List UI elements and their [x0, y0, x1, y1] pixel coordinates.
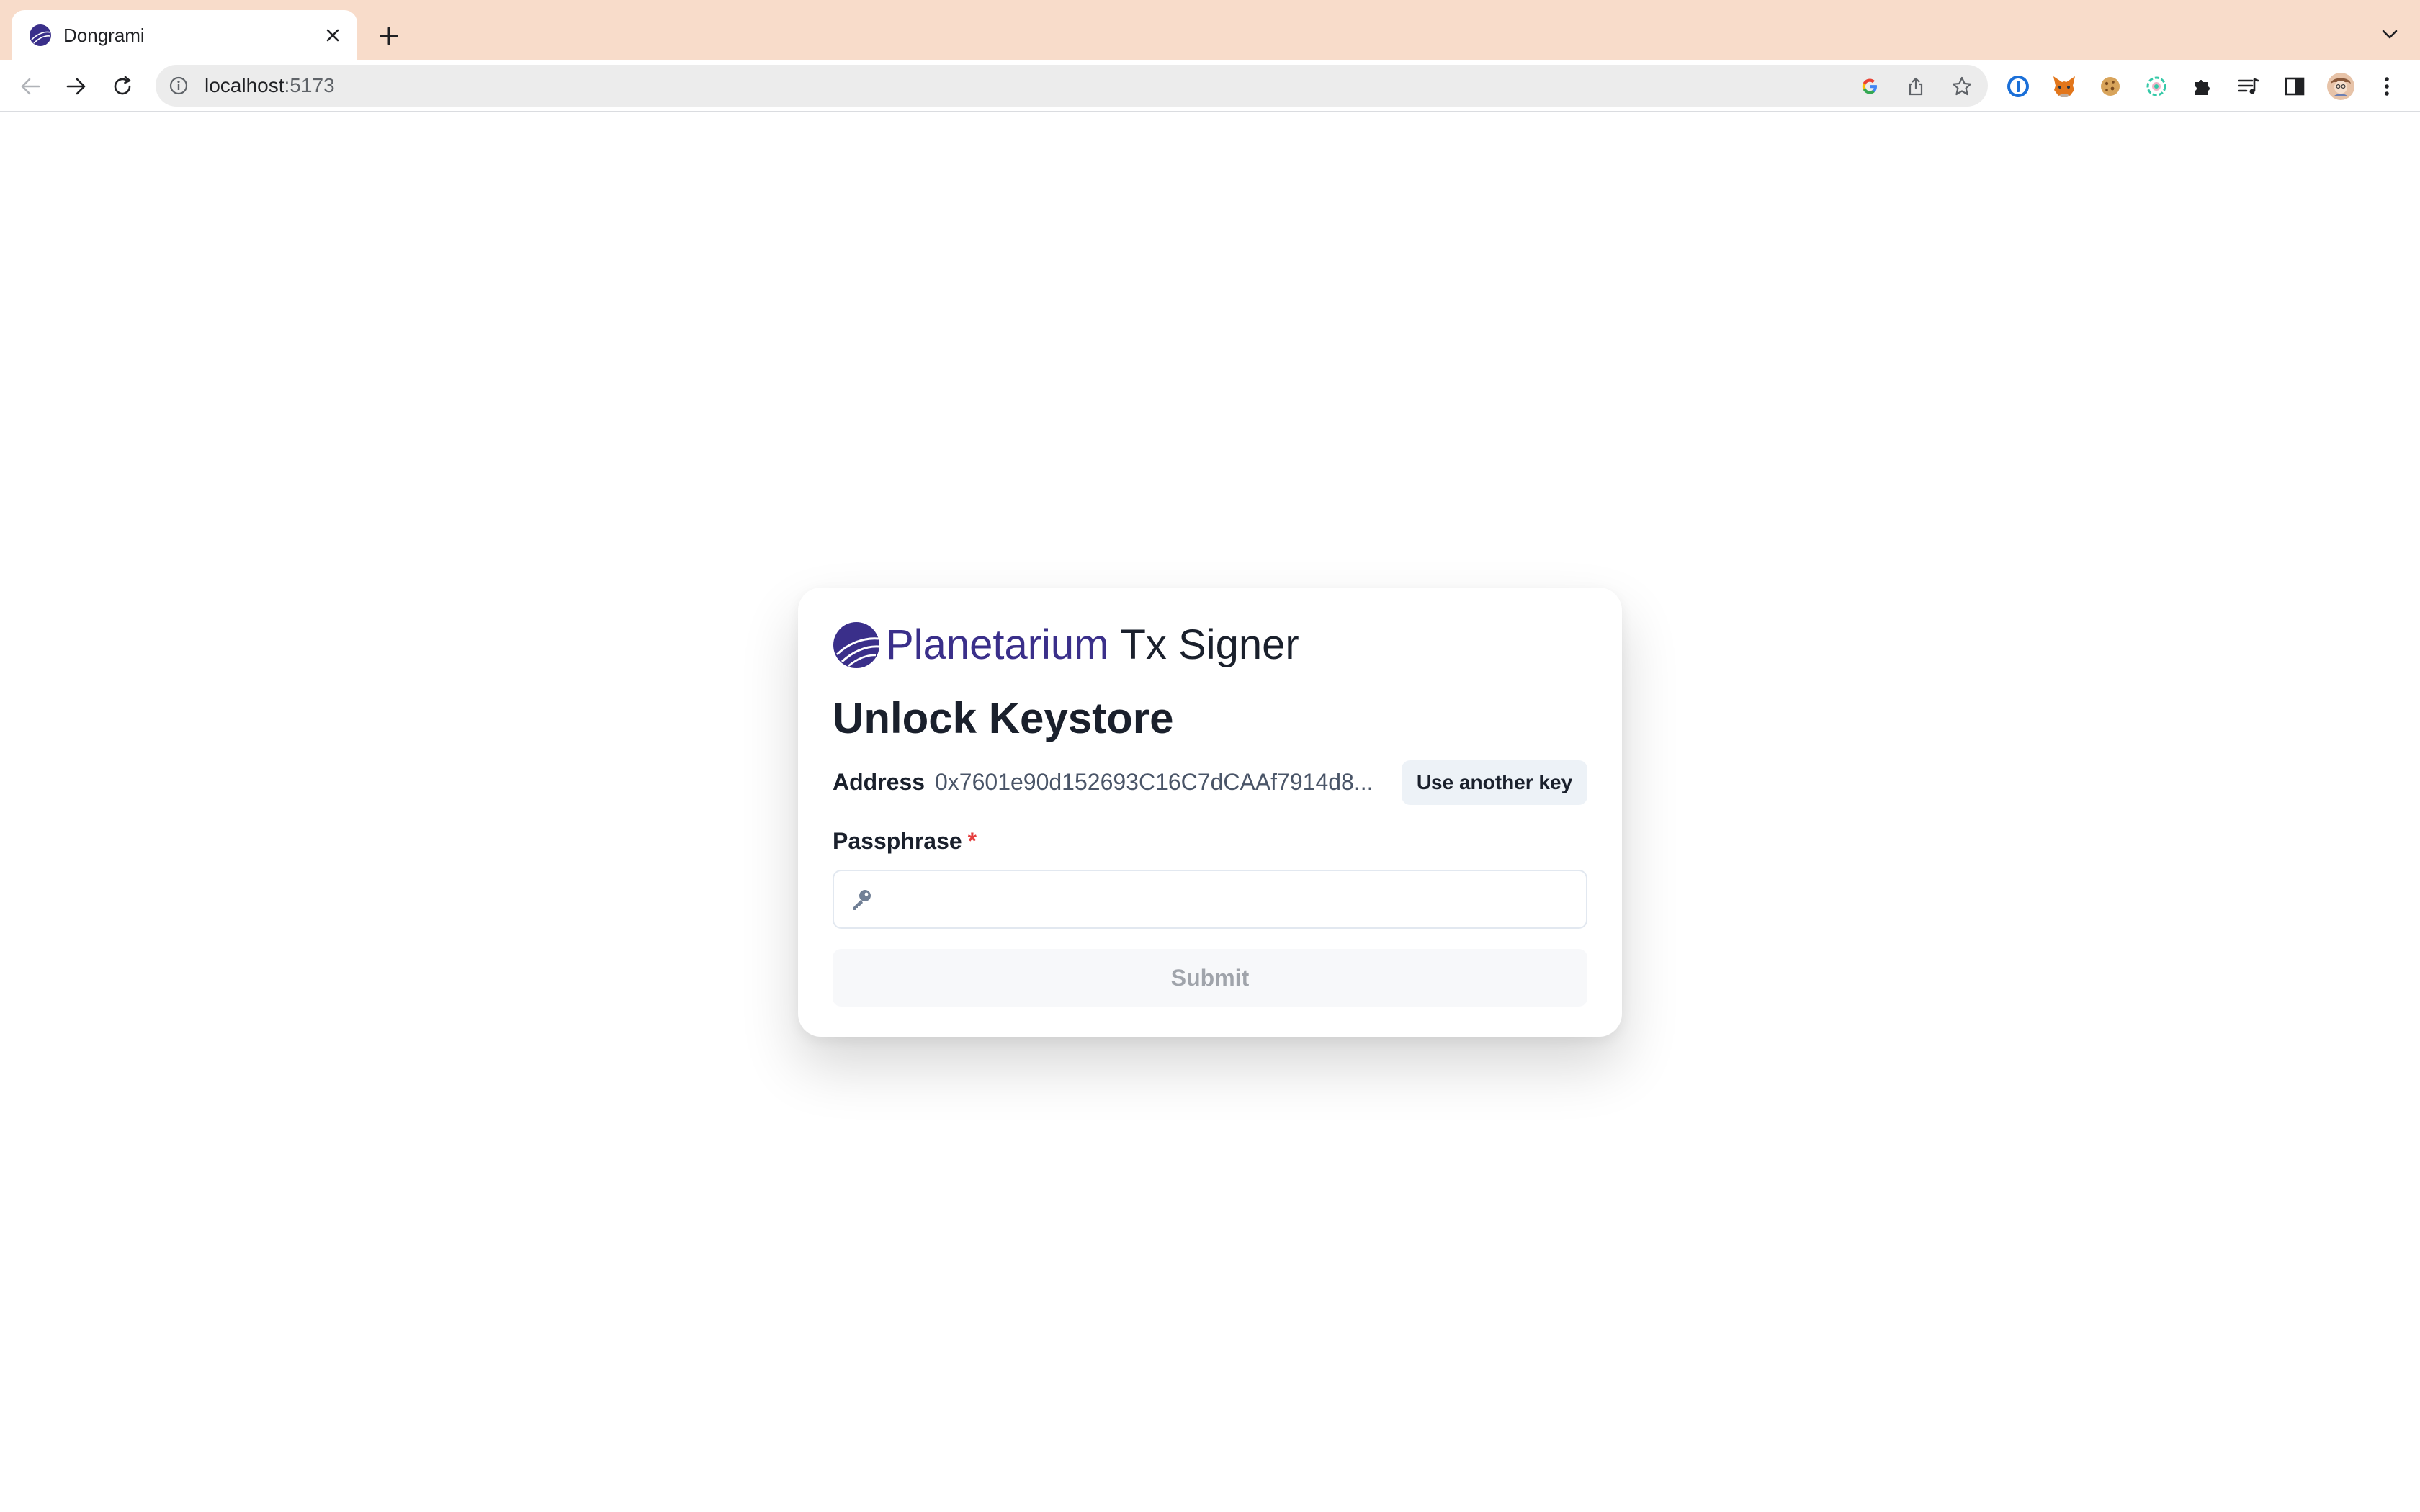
tab-title: Dongrami — [63, 24, 145, 46]
use-another-key-button[interactable]: Use another key — [1402, 760, 1587, 805]
profile-avatar[interactable] — [2325, 71, 2357, 102]
passphrase-label: Passphrase * — [833, 827, 977, 855]
key-icon — [848, 887, 874, 913]
unlock-keystore-card: Planetarium Tx Signer Unlock Keystore Ad… — [798, 588, 1622, 1037]
colorful-circle-icon[interactable] — [2141, 71, 2172, 102]
share-icon[interactable] — [1903, 73, 1929, 99]
chevron-down-icon[interactable] — [2377, 22, 2403, 48]
cookie-icon[interactable] — [2094, 71, 2126, 102]
url-host: localhost — [205, 74, 284, 96]
address-bar[interactable]: localhost:5173 — [156, 65, 1988, 107]
planetarium-logo-icon — [30, 24, 51, 46]
address-label: Address — [833, 769, 926, 795]
browser-toolbar: localhost:5173 — [0, 60, 2420, 112]
reading-list-icon[interactable] — [2233, 71, 2264, 102]
bookmark-star-icon[interactable] — [1949, 73, 1975, 99]
forward-arrow-icon[interactable] — [60, 71, 92, 102]
browser-tab-active[interactable]: Dongrami — [12, 10, 357, 60]
metamask-fox-icon[interactable] — [2048, 71, 2080, 102]
google-icon[interactable] — [1857, 73, 1883, 99]
brand-header: Planetarium Tx Signer — [833, 621, 1299, 670]
submit-button[interactable]: Submit — [833, 949, 1587, 1007]
browser-tab-strip: Dongrami — [0, 0, 2420, 60]
planetarium-logo-icon — [833, 622, 879, 668]
close-tab-icon[interactable] — [321, 24, 344, 47]
puzzle-extensions-icon[interactable] — [2187, 71, 2218, 102]
url-port: :5173 — [284, 74, 335, 96]
brand-name: Planetarium — [886, 621, 1109, 668]
passphrase-label-text: Passphrase — [833, 828, 962, 854]
side-panel-icon[interactable] — [2279, 71, 2311, 102]
back-arrow-icon[interactable] — [14, 71, 46, 102]
reload-icon[interactable] — [107, 71, 138, 102]
url-text: localhost:5173 — [205, 75, 335, 96]
kebab-menu-icon[interactable] — [2371, 71, 2403, 102]
onepassword-icon[interactable] — [2002, 71, 2034, 102]
brand-suffix: Tx Signer — [1120, 621, 1299, 668]
passphrase-field[interactable] — [833, 870, 1587, 929]
site-info-icon[interactable] — [167, 74, 190, 97]
new-tab-icon[interactable] — [373, 20, 405, 52]
passphrase-input[interactable] — [884, 871, 1576, 927]
page-title: Unlock Keystore — [833, 694, 1174, 742]
required-asterisk: * — [967, 828, 977, 854]
address-value: 0x7601e90d152693C16C7dCAAf7914d8... — [935, 769, 1373, 795]
